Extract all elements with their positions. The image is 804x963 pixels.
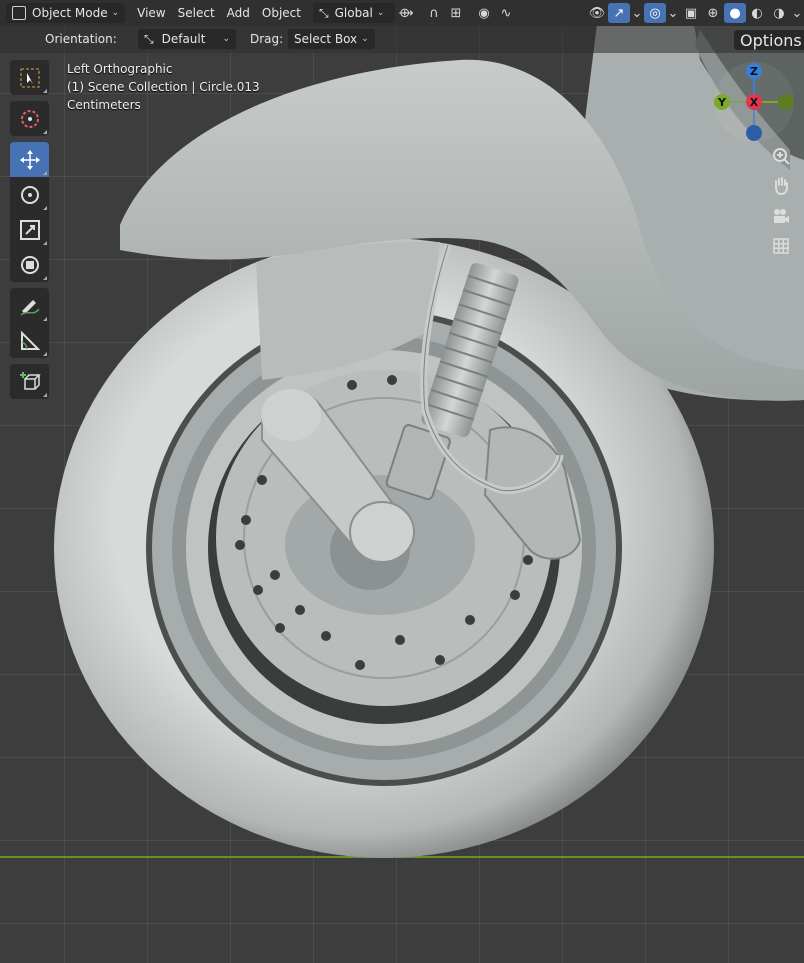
transform-orientation-dropdown[interactable]: ⤡ Global ⌄ [312, 3, 395, 23]
chevron-down-icon: ⌄ [222, 34, 230, 44]
solid-shading-icon[interactable]: ● [724, 3, 746, 23]
material-shading-icon[interactable]: ◐ [746, 3, 768, 23]
axes-icon: ⤡ [144, 31, 154, 46]
visibility-eye-icon[interactable]: 👁 [586, 3, 608, 23]
select-box-icon [20, 68, 39, 87]
grid-icon[interactable] [767, 232, 795, 260]
snap-icon[interactable]: ∩ [423, 3, 445, 23]
chevron-down-icon[interactable]: ⌄ [666, 3, 680, 23]
menu-view[interactable]: View [131, 3, 171, 23]
menu-object[interactable]: Object [256, 3, 307, 23]
collection-info: (1) Scene Collection | Circle.013 [67, 80, 260, 94]
gizmo-z-label: Z [750, 65, 758, 78]
cursor-tool[interactable] [10, 101, 49, 136]
transform-icon [20, 255, 39, 274]
menu-add[interactable]: Add [221, 3, 256, 23]
scooter-wheel-model[interactable] [0, 0, 804, 963]
chevron-down-icon[interactable]: ⌄ [630, 3, 644, 23]
mode-dropdown[interactable]: Object Mode ⌄ [6, 3, 126, 23]
camera-icon[interactable] [767, 202, 795, 230]
gizmo-neg-y-axis[interactable] [778, 94, 794, 110]
measure-tool[interactable] [10, 323, 49, 358]
move-icon [19, 149, 40, 170]
rendered-shading-icon[interactable]: ◑ [768, 3, 790, 23]
chevron-down-icon: ⌄ [376, 8, 385, 18]
mode-label: Object Mode [32, 6, 108, 20]
add-cube-icon [19, 371, 41, 390]
xray-icon[interactable]: ▣ [680, 3, 702, 23]
wireframe-shading-icon[interactable]: ⊕ [702, 3, 724, 23]
hand-pan-icon[interactable] [767, 172, 795, 200]
scale-icon [19, 219, 40, 240]
orientation-value: Default [161, 32, 206, 46]
ruler-icon [20, 330, 40, 350]
drag-setting-label: Drag: [250, 32, 284, 46]
add-cube-tool[interactable] [10, 364, 49, 399]
move-tool[interactable] [10, 142, 49, 177]
rotate-icon [20, 185, 39, 204]
navigation-gizmo[interactable]: Z Y X [712, 60, 796, 144]
options-dropdown[interactable]: Options ⌄ [734, 30, 804, 50]
tool-shelf [10, 60, 49, 405]
view-name: Left Orthographic [67, 62, 173, 76]
gizmo-x-label: X [750, 96, 759, 109]
axes-icon: ⤡ [318, 5, 329, 20]
chevron-down-icon: ⌄ [361, 34, 369, 44]
zoom-icon[interactable] [767, 142, 795, 170]
cursor-icon [20, 109, 39, 128]
proportional-edit-icon[interactable]: ◉ [473, 3, 495, 23]
3d-viewport[interactable] [0, 0, 804, 963]
transform-tool[interactable] [10, 247, 49, 282]
chevron-down-icon[interactable]: ⌄ [790, 3, 804, 23]
scale-tool[interactable] [10, 212, 49, 247]
tool-settings-bar: Orientation: ⤡ Default ⌄ Drag: Select Bo… [0, 26, 804, 53]
object-mode-icon [12, 6, 26, 20]
snap-target-icon[interactable]: ⊞ [445, 3, 467, 23]
pencil-icon [19, 299, 40, 316]
select-box-tool[interactable] [10, 60, 49, 95]
pivot-point-icon[interactable]: ⟴ [395, 3, 417, 23]
annotate-tool[interactable] [10, 288, 49, 323]
gizmo-neg-z-axis[interactable] [746, 125, 762, 141]
units-info: Centimeters [67, 98, 141, 112]
menu-select[interactable]: Select [172, 3, 221, 23]
viewport-info: Left Orthographic (1) Scene Collection |… [67, 60, 260, 114]
drag-value: Select Box [294, 32, 358, 46]
chevron-down-icon: ⌄ [111, 8, 120, 18]
viewport-header: Object Mode ⌄ View Select Add Object ⤡ G… [0, 0, 804, 26]
orientation-dropdown[interactable]: ⤡ Default ⌄ [138, 29, 236, 49]
falloff-icon[interactable]: ∿ [495, 3, 517, 23]
options-label: Options [740, 30, 802, 50]
drag-dropdown[interactable]: Select Box ⌄ [288, 29, 375, 49]
overlays-icon[interactable]: ◎ [644, 3, 666, 23]
gizmo-toggle-icon[interactable]: ↗ [608, 3, 630, 23]
orientation-setting-label: Orientation: [45, 32, 117, 46]
gizmo-y-label: Y [717, 96, 727, 109]
rotate-tool[interactable] [10, 177, 49, 212]
orientation-label: Global [334, 6, 373, 20]
